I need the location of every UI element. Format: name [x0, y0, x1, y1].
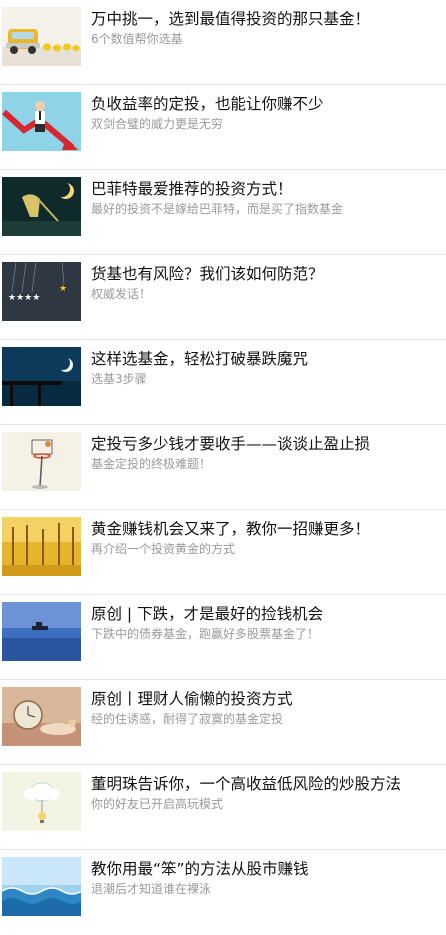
article-thumbnail[interactable] [2, 432, 81, 491]
article-subtitle: 你的好友已开启高玩模式 [91, 797, 224, 811]
article-thumbnail[interactable] [2, 177, 81, 236]
list-item[interactable]: 定投亏多少钱才要收手——谈谈止盈止损 基金定投的终极难题！ [0, 425, 446, 510]
article-subtitle: 最好的投资不是嫁给巴菲特，而是买了指数基金 [91, 202, 344, 216]
article-thumbnail[interactable] [2, 347, 81, 406]
article-subtitle: 下跌中的债券基金，跑赢好多股票基金了！ [91, 627, 320, 641]
article-subtitle: 双剑合璧的威力更是无穷 [91, 117, 224, 131]
article-subtitle: 6个数值帮你选基 [91, 32, 183, 46]
article-title[interactable]: 董明珠告诉你，一个高收益低风险的炒股方法 [91, 774, 440, 794]
svg-text:★: ★ [59, 284, 67, 294]
article-title[interactable]: 负收益率的定投，也能让你赚不少 [91, 94, 440, 114]
article-title[interactable]: 货基也有风险？我们该如何防范？ [91, 264, 440, 284]
article-list: 万中挑一，选到最值得投资的那只基金！ 6个数值帮你选基 负收益率的定投，也能让你… [0, 0, 446, 935]
article-subtitle: 权威发话！ [91, 287, 152, 301]
article-subtitle: 经的住诱惑，耐得了寂寞的基金定投 [91, 712, 284, 726]
list-item[interactable]: 巴菲特最爱推荐的投资方式！ 最好的投资不是嫁给巴菲特，而是买了指数基金 [0, 170, 446, 255]
list-item[interactable]: 教你用最“笨”的方法从股市赚钱 退潮后才知道谁在裸泳 [0, 850, 446, 935]
list-item[interactable]: 这样选基金，轻松打破暴跌魔咒 选基3步骤 [0, 340, 446, 425]
article-thumbnail[interactable] [2, 7, 81, 66]
article-title[interactable]: 黄金赚钱机会又来了，教你一招赚更多！ [91, 519, 440, 539]
article-thumbnail[interactable]: ★★★★ ★ [2, 262, 81, 321]
list-item[interactable]: 万中挑一，选到最值得投资的那只基金！ 6个数值帮你选基 [0, 0, 446, 85]
article-thumbnail[interactable] [2, 92, 81, 151]
article-title[interactable]: 定投亏多少钱才要收手——谈谈止盈止损 [91, 434, 440, 454]
article-title[interactable]: 万中挑一，选到最值得投资的那只基金！ [91, 9, 440, 29]
article-thumbnail[interactable] [2, 772, 81, 831]
article-thumbnail[interactable] [2, 602, 81, 661]
article-thumbnail[interactable] [2, 857, 81, 916]
svg-text:★★★★: ★★★★ [8, 293, 40, 303]
list-item[interactable]: 负收益率的定投，也能让你赚不少 双剑合璧的威力更是无穷 [0, 85, 446, 170]
list-item[interactable]: 原创 | 下跌，才是最好的捡钱机会 下跌中的债券基金，跑赢好多股票基金了！ [0, 595, 446, 680]
article-title[interactable]: 这样选基金，轻松打破暴跌魔咒 [91, 349, 440, 369]
article-thumbnail[interactable] [2, 687, 81, 746]
list-item[interactable]: 董明珠告诉你，一个高收益低风险的炒股方法 你的好友已开启高玩模式 [0, 765, 446, 850]
article-subtitle: 再介绍一个投资黄金的方式 [91, 542, 236, 556]
list-item[interactable]: ★★★★ ★ 货基也有风险？我们该如何防范？ 权威发话！ [0, 255, 446, 340]
article-thumbnail[interactable] [2, 517, 81, 576]
list-item[interactable]: 黄金赚钱机会又来了，教你一招赚更多！ 再介绍一个投资黄金的方式 [0, 510, 446, 595]
list-item[interactable]: 原创丨理财人偷懒的投资方式 经的住诱惑，耐得了寂寞的基金定投 [0, 680, 446, 765]
article-subtitle: 选基3步骤 [91, 372, 147, 386]
article-subtitle: 退潮后才知道谁在裸泳 [91, 882, 212, 896]
article-title[interactable]: 巴菲特最爱推荐的投资方式！ [91, 179, 440, 199]
article-title[interactable]: 原创 | 下跌，才是最好的捡钱机会 [91, 604, 440, 624]
article-title[interactable]: 教你用最“笨”的方法从股市赚钱 [91, 859, 440, 879]
article-subtitle: 基金定投的终极难题！ [91, 457, 212, 471]
article-title[interactable]: 原创丨理财人偷懒的投资方式 [91, 689, 440, 709]
